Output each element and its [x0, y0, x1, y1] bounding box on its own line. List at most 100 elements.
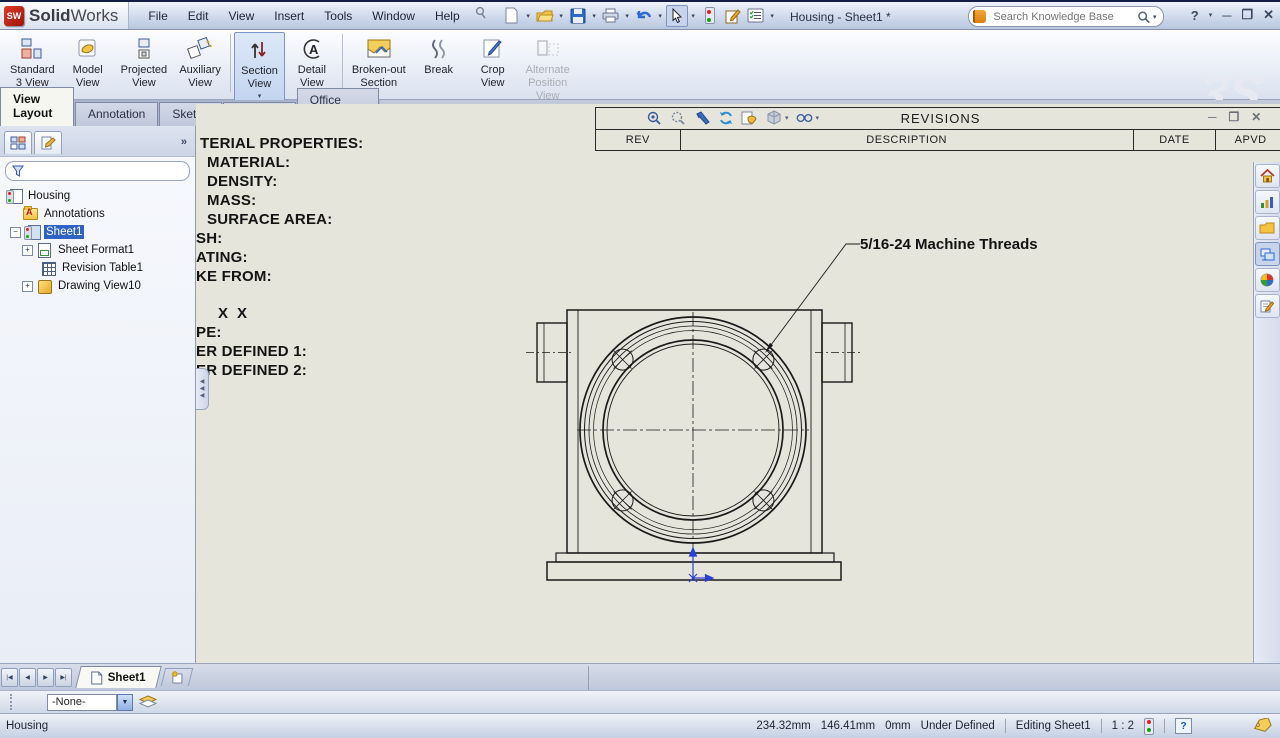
model-view-icon: [75, 36, 101, 62]
print-dropdown-icon[interactable]: ▾: [623, 12, 632, 20]
toolbar-drag-handle[interactable]: [10, 694, 17, 710]
layer-combobox[interactable]: -None-: [47, 694, 117, 711]
close-icon[interactable]: ✕: [1263, 7, 1274, 23]
section-view-button[interactable]: Section View ▾: [234, 32, 285, 103]
status-right-group: 234.32mm 146.41mm 0mm Under Defined Edit…: [756, 718, 1192, 735]
model-view-button[interactable]: Model View: [61, 32, 115, 92]
save-dropdown-icon[interactable]: ▾: [590, 12, 599, 20]
next-sheet-button[interactable]: ▶: [37, 668, 54, 687]
home-icon: [1260, 169, 1275, 183]
save-icon[interactable]: [567, 5, 589, 27]
tree-item-revision-table1[interactable]: Revision Table1: [0, 259, 195, 277]
view-palette-button[interactable]: [1255, 242, 1280, 266]
appearances-icon: [1260, 273, 1274, 287]
crop-view-icon: [480, 36, 506, 62]
expand-icon[interactable]: +: [22, 281, 33, 292]
tree-item-housing[interactable]: Housing: [0, 187, 195, 205]
previous-sheet-button[interactable]: ◀: [19, 668, 36, 687]
expand-icon[interactable]: +: [22, 245, 33, 256]
pin-menu-icon[interactable]: [473, 6, 487, 20]
design-library-button[interactable]: [1255, 190, 1280, 214]
tree-item-annotations[interactable]: A Annotations: [0, 205, 195, 223]
menu-view[interactable]: View: [219, 6, 263, 26]
menu-help[interactable]: Help: [426, 6, 469, 26]
sheet1-tab[interactable]: Sheet1: [75, 666, 161, 688]
feature-tree-tab[interactable]: [4, 131, 32, 154]
panel-splitter-handle[interactable]: ◀ ◀ ◀: [196, 368, 209, 410]
file-explorer-button[interactable]: [1255, 216, 1280, 240]
toolbar-dropdown-icon[interactable]: ▾: [768, 12, 777, 20]
section-view-dropdown-icon[interactable]: ▾: [258, 92, 262, 100]
brand-works: Works: [71, 6, 119, 25]
ribbon-separator: [342, 34, 343, 92]
thread-callout[interactable]: 5/16-24 Machine Threads: [860, 236, 1038, 253]
knowledge-search[interactable]: ▾: [968, 6, 1164, 27]
detail-view-icon: A: [299, 36, 325, 62]
undo-icon[interactable]: [633, 5, 655, 27]
drawing-canvas[interactable]: TERIAL PROPERTIES: MATERIAL: DENSITY: MA…: [196, 104, 1280, 663]
options-icon[interactable]: [722, 5, 744, 27]
menu-file[interactable]: File: [139, 6, 176, 26]
workspace: View Layout Annotation Sketch Evaluate O…: [0, 100, 1280, 663]
print-icon[interactable]: [600, 5, 622, 27]
rebuild-traffic-light-icon[interactable]: [699, 5, 721, 27]
search-icon[interactable]: [1137, 10, 1150, 24]
standard-3-view-button[interactable]: Standard 3 View: [4, 32, 61, 92]
tree-item-sheet-format1[interactable]: + Sheet Format1: [0, 241, 195, 259]
help-icon[interactable]: ?: [1191, 8, 1199, 23]
solidworks-resources-button[interactable]: [1255, 164, 1280, 188]
tree-filter[interactable]: [5, 161, 190, 181]
appearances-button[interactable]: [1255, 268, 1280, 292]
model-view-label: Model View: [73, 64, 103, 90]
property-manager-tab[interactable]: [34, 131, 62, 154]
broken-out-section-button[interactable]: Broken-out Section: [346, 32, 412, 92]
status-y-coordinate: 146.41mm: [821, 720, 875, 732]
quick-tips-icon[interactable]: ?: [1175, 718, 1192, 734]
new-document-icon[interactable]: [501, 5, 523, 27]
tag-icon[interactable]: [1252, 718, 1272, 733]
drawing-view-housing[interactable]: [196, 104, 1280, 663]
layer-value: -None-: [52, 696, 86, 708]
first-sheet-button[interactable]: |◀: [1, 668, 18, 687]
panel-expand-icon[interactable]: »: [181, 136, 191, 148]
select-dropdown-icon[interactable]: ▾: [689, 12, 698, 20]
custom-properties-button[interactable]: [1255, 294, 1280, 318]
layer-dropdown-icon[interactable]: ▼: [117, 694, 133, 711]
status-z-coordinate: 0mm: [885, 720, 911, 732]
tree-item-drawing-view10[interactable]: + Drawing View10: [0, 277, 195, 295]
command-manager-ribbon: Standard 3 View Model View Projected Vie…: [0, 30, 1280, 100]
tree-label: Sheet1: [44, 225, 84, 239]
tree-item-sheet1[interactable]: − Sheet1: [0, 223, 195, 241]
menu-window[interactable]: Window: [363, 6, 424, 26]
tab-view-layout[interactable]: View Layout: [0, 87, 74, 126]
add-sheet-tab[interactable]: [160, 668, 192, 686]
last-sheet-button[interactable]: ▶|: [55, 668, 72, 687]
menu-tools[interactable]: Tools: [315, 6, 361, 26]
open-dropdown-icon[interactable]: ▾: [557, 12, 566, 20]
search-input[interactable]: [991, 10, 1137, 24]
sheet-tab-bar: |◀ ◀ ▶ ▶| Sheet1: [0, 663, 1280, 690]
menu-insert[interactable]: Insert: [265, 6, 313, 26]
select-tool-icon[interactable]: [666, 5, 688, 27]
auxiliary-view-button[interactable]: Auxiliary View: [173, 32, 227, 92]
layer-properties-button[interactable]: [137, 693, 159, 712]
minimize-icon[interactable]: ─: [1222, 8, 1231, 23]
status-rebuild-traffic-light-icon[interactable]: [1144, 718, 1154, 735]
sheet1-tab-label: Sheet1: [108, 672, 146, 684]
new-dropdown-icon[interactable]: ▾: [524, 12, 533, 20]
feature-panel-tabs: »: [0, 126, 195, 157]
crop-view-button[interactable]: Crop View: [466, 32, 520, 92]
collapse-arrow-icon: ◀: [200, 394, 205, 399]
menu-edit[interactable]: Edit: [179, 6, 218, 26]
restore-icon[interactable]: ❐: [1241, 7, 1253, 23]
break-button[interactable]: Break: [412, 32, 466, 79]
open-icon[interactable]: [534, 5, 556, 27]
help-dropdown-icon[interactable]: ▾: [1209, 11, 1213, 19]
collapse-icon[interactable]: −: [10, 227, 21, 238]
undo-dropdown-icon[interactable]: ▾: [656, 12, 665, 20]
properties-list-icon[interactable]: [745, 5, 767, 27]
detail-view-button[interactable]: A Detail View: [285, 32, 339, 92]
tab-annotation[interactable]: Annotation: [75, 102, 158, 126]
search-dropdown-icon[interactable]: ▾: [1151, 13, 1159, 21]
projected-view-button[interactable]: Projected View: [115, 32, 173, 92]
